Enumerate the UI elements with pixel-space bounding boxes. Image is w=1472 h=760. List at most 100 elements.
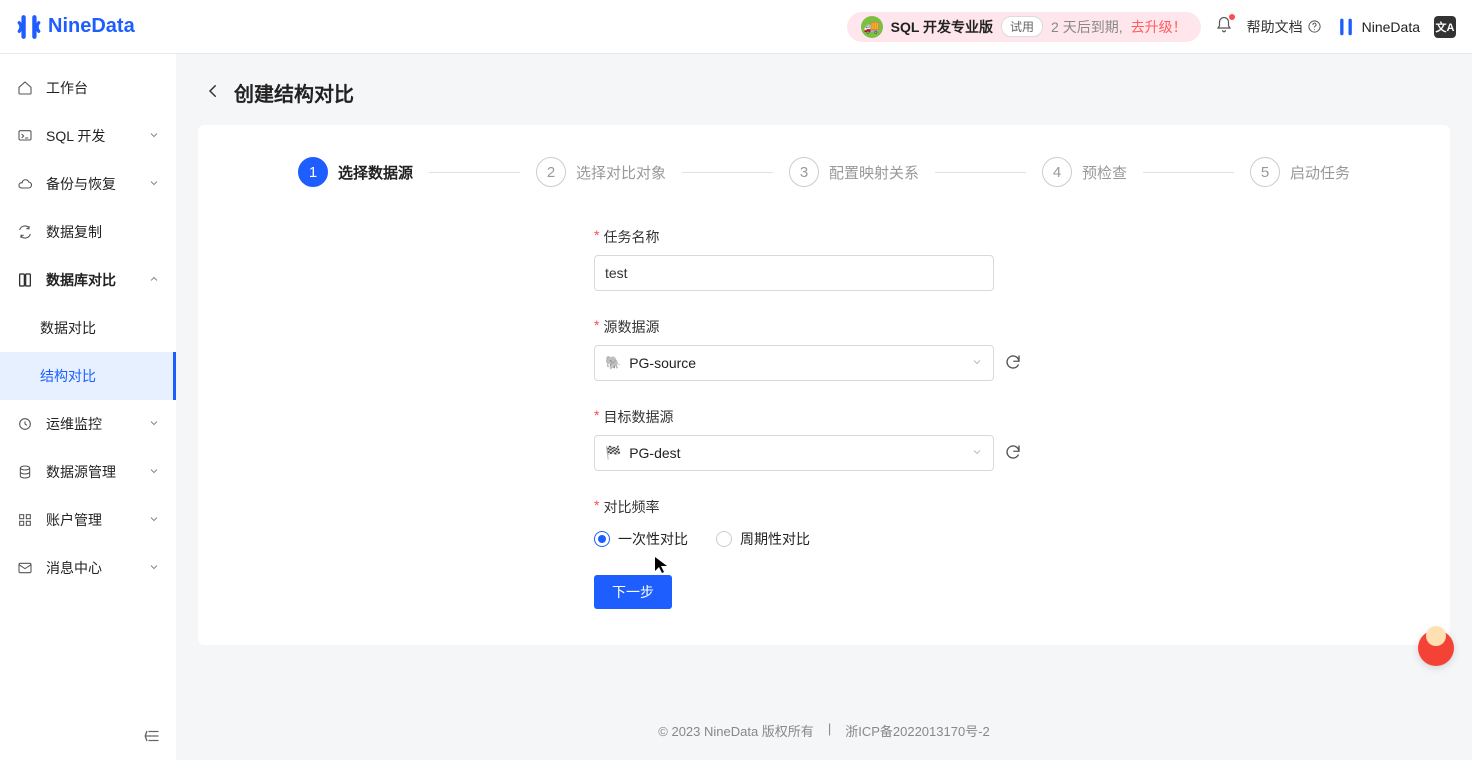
sidebar-item-ops-monitor[interactable]: 运维监控 bbox=[0, 400, 176, 448]
step-separator bbox=[429, 172, 520, 173]
field-source-ds: *源数据源 🐘 PG-source bbox=[594, 317, 1054, 381]
sidebar-label: 数据库对比 bbox=[46, 270, 116, 290]
field-target-ds: *目标数据源 🏁 PG-dest bbox=[594, 407, 1054, 471]
question-circle-icon bbox=[1307, 19, 1322, 34]
promo-banner[interactable]: 🚚 SQL 开发专业版 试用 2 天后到期, 去升级！ bbox=[847, 12, 1201, 42]
page-header: 创建结构对比 bbox=[176, 54, 1472, 125]
step-label: 预检查 bbox=[1082, 162, 1127, 183]
step-4[interactable]: 4 预检查 bbox=[1042, 157, 1127, 187]
promo-product: SQL 开发专业版 bbox=[891, 17, 993, 37]
frequency-label: 对比频率 bbox=[603, 497, 659, 517]
sidebar-item-struct-compare[interactable]: 结构对比 bbox=[0, 352, 176, 400]
cloud-icon bbox=[16, 176, 34, 192]
step-3[interactable]: 3 配置映射关系 bbox=[789, 157, 919, 187]
chevron-down-icon bbox=[148, 416, 160, 432]
sidebar-label: 账户管理 bbox=[46, 510, 102, 530]
logo-icon bbox=[16, 14, 42, 40]
field-task-name: *任务名称 bbox=[594, 227, 1054, 291]
source-ds-value: PG-source bbox=[629, 355, 696, 371]
source-refresh-button[interactable] bbox=[1004, 353, 1022, 374]
user-name: NineData bbox=[1362, 19, 1420, 35]
chevron-down-icon bbox=[148, 128, 160, 144]
terminal-icon bbox=[16, 128, 34, 144]
radio-periodic[interactable]: 周期性对比 bbox=[716, 529, 810, 549]
chevron-down-icon bbox=[148, 464, 160, 480]
help-link[interactable]: 帮助文档 bbox=[1247, 17, 1322, 37]
sidebar-label: 运维监控 bbox=[46, 414, 102, 434]
footer-copyright: © 2023 NineData 版权所有 bbox=[658, 721, 814, 740]
sidebar-label: 结构对比 bbox=[40, 366, 96, 386]
sidebar-item-sql-dev[interactable]: SQL 开发 bbox=[0, 112, 176, 160]
step-number: 5 bbox=[1250, 157, 1280, 187]
chevron-up-icon bbox=[148, 272, 160, 288]
required-mark: * bbox=[594, 497, 599, 517]
required-mark: * bbox=[594, 407, 599, 427]
step-separator bbox=[682, 172, 773, 173]
step-separator bbox=[935, 172, 1026, 173]
sidebar-item-workspace[interactable]: 工作台 bbox=[0, 64, 176, 112]
radio-once[interactable]: 一次性对比 bbox=[594, 529, 688, 549]
required-mark: * bbox=[594, 227, 599, 247]
sidebar-item-account-manage[interactable]: 账户管理 bbox=[0, 496, 176, 544]
logo[interactable]: NineData bbox=[16, 14, 135, 40]
support-chat-button[interactable] bbox=[1418, 630, 1454, 666]
sidebar-item-data-compare[interactable]: 数据对比 bbox=[0, 304, 176, 352]
source-ds-label: 源数据源 bbox=[603, 317, 659, 337]
compare-icon bbox=[16, 272, 34, 288]
truck-icon: 🚚 bbox=[861, 16, 883, 38]
sidebar-label: 备份与恢复 bbox=[46, 174, 116, 194]
step-label: 启动任务 bbox=[1290, 162, 1350, 183]
grid-icon bbox=[16, 512, 34, 528]
target-ds-select[interactable]: 🏁 PG-dest bbox=[594, 435, 994, 471]
user-avatar-icon bbox=[1336, 17, 1356, 37]
notification-bell-icon[interactable] bbox=[1215, 16, 1233, 37]
radio-periodic-label: 周期性对比 bbox=[740, 529, 810, 549]
step-1[interactable]: 1 选择数据源 bbox=[298, 157, 413, 187]
sidebar: 工作台 SQL 开发 备份与恢复 数据复制 数据库对比 数据对比 结构对比 bbox=[0, 54, 176, 760]
radio-dot-icon bbox=[716, 531, 732, 547]
page-footer: © 2023 NineData 版权所有 | 浙ICP备2022013170号-… bbox=[176, 701, 1472, 760]
sidebar-collapse-button[interactable] bbox=[140, 724, 164, 748]
sidebar-label: 工作台 bbox=[46, 78, 88, 98]
next-button[interactable]: 下一步 bbox=[594, 575, 672, 609]
promo-expiry: 2 天后到期, bbox=[1051, 17, 1123, 37]
sidebar-label: 消息中心 bbox=[46, 558, 102, 578]
step-separator bbox=[1143, 172, 1234, 173]
footer-icp[interactable]: 浙ICP备2022013170号-2 bbox=[845, 721, 990, 740]
step-label: 配置映射关系 bbox=[829, 162, 919, 183]
logo-text: NineData bbox=[48, 15, 135, 38]
trial-badge: 试用 bbox=[1001, 16, 1043, 37]
chevron-down-icon bbox=[971, 355, 983, 371]
step-number: 3 bbox=[789, 157, 819, 187]
task-name-input[interactable] bbox=[594, 255, 994, 291]
step-5[interactable]: 5 启动任务 bbox=[1250, 157, 1350, 187]
step-label: 选择数据源 bbox=[338, 162, 413, 183]
back-button[interactable] bbox=[204, 82, 222, 103]
chevron-down-icon bbox=[148, 512, 160, 528]
sidebar-item-backup[interactable]: 备份与恢复 bbox=[0, 160, 176, 208]
sidebar-item-db-compare[interactable]: 数据库对比 bbox=[0, 256, 176, 304]
step-2[interactable]: 2 选择对比对象 bbox=[536, 157, 666, 187]
sidebar-item-message-center[interactable]: 消息中心 bbox=[0, 544, 176, 592]
language-switcher-icon[interactable]: 文A bbox=[1434, 16, 1456, 38]
help-text: 帮助文档 bbox=[1247, 17, 1303, 37]
required-mark: * bbox=[594, 317, 599, 337]
chevron-down-icon bbox=[148, 560, 160, 576]
sidebar-item-ds-manage[interactable]: 数据源管理 bbox=[0, 448, 176, 496]
promo-upgrade[interactable]: 去升级！ bbox=[1131, 17, 1187, 37]
target-refresh-button[interactable] bbox=[1004, 443, 1022, 464]
sidebar-label: 数据对比 bbox=[40, 318, 96, 338]
sidebar-label: SQL 开发 bbox=[46, 126, 105, 146]
sync-icon bbox=[16, 224, 34, 240]
monitor-icon bbox=[16, 416, 34, 432]
main-content: 创建结构对比 1 选择数据源 2 选择对比对象 3 配置映射关系 bbox=[176, 54, 1472, 760]
header-right: 🚚 SQL 开发专业版 试用 2 天后到期, 去升级！ 帮助文档 NineDat… bbox=[847, 12, 1456, 42]
chevron-down-icon bbox=[971, 445, 983, 461]
flag-icon: 🏁 bbox=[605, 445, 621, 461]
wizard-card: 1 选择数据源 2 选择对比对象 3 配置映射关系 4 预检查 bbox=[198, 125, 1450, 645]
sidebar-item-replication[interactable]: 数据复制 bbox=[0, 208, 176, 256]
source-ds-select[interactable]: 🐘 PG-source bbox=[594, 345, 994, 381]
database-icon bbox=[16, 464, 34, 480]
user-menu[interactable]: NineData bbox=[1336, 17, 1420, 37]
wizard-form: *任务名称 *源数据源 🐘 PG-source *目 bbox=[594, 227, 1054, 609]
